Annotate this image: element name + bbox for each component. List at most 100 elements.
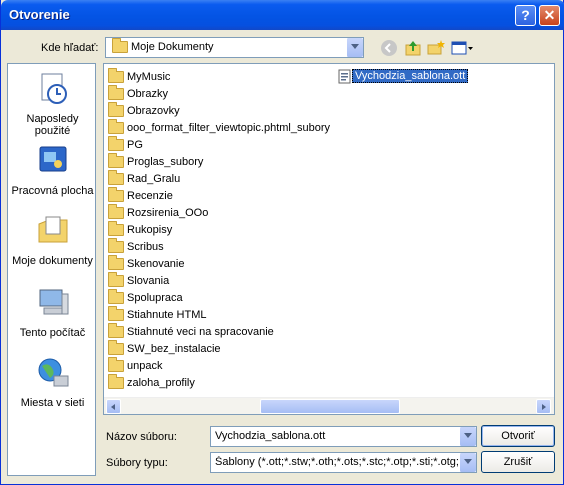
views-menu-icon[interactable]: [450, 38, 474, 58]
folder-item-label: Proglas_subory: [127, 156, 204, 168]
lookin-value: Moje Dokumenty: [131, 41, 214, 53]
folder-icon: [108, 289, 124, 305]
folder-item-label: Slovania: [127, 275, 170, 287]
filename-input[interactable]: Vychodzia_sablona.ott: [210, 426, 477, 447]
folder-icon: [108, 153, 124, 169]
place-recent[interactable]: Naposledy použité: [8, 72, 97, 137]
folder-item[interactable]: Slovania: [108, 272, 170, 289]
folder-icon: [108, 221, 124, 237]
place-network[interactable]: Miesta v sieti: [8, 356, 97, 409]
folder-item[interactable]: unpack: [108, 357, 163, 374]
folder-icon: [108, 357, 124, 373]
place-desktop[interactable]: Pracovná plocha: [8, 144, 97, 197]
open-dialog: Otvorenie ? ✕ Kde hľadať: Moje Dokumenty…: [0, 0, 564, 485]
folder-item-label: ooo_format_filter_viewtopic.phtml_subory: [127, 122, 330, 134]
place-desktop-label: Pracovná plocha: [11, 185, 94, 197]
folder-item[interactable]: Stiahnuté veci na spracovanie: [108, 323, 274, 340]
folder-item[interactable]: Proglas_subory: [108, 153, 204, 170]
folder-icon: [112, 38, 128, 54]
place-computer-label: Tento počítač: [19, 327, 86, 339]
title-bar[interactable]: Otvorenie ? ✕: [1, 0, 564, 30]
filetype-label: Súbory typu:: [106, 457, 168, 469]
folder-item-label: MyMusic: [127, 71, 171, 83]
chevron-down-icon[interactable]: [459, 453, 476, 472]
folder-icon: [108, 306, 124, 322]
folder-icon: [108, 119, 124, 135]
file-item-label: Vychodzia_sablona.ott: [352, 69, 469, 83]
close-button[interactable]: ✕: [539, 5, 560, 26]
folder-item[interactable]: Rad_Gralu: [108, 170, 181, 187]
new-folder-icon[interactable]: [426, 38, 446, 58]
folder-icon: [108, 340, 124, 356]
folder-icon: [108, 238, 124, 254]
folder-item[interactable]: MyMusic: [108, 68, 171, 85]
folder-item[interactable]: Recenzie: [108, 187, 173, 204]
chevron-down-icon[interactable]: [346, 38, 363, 57]
my-documents-icon: [38, 216, 67, 243]
place-mydocs[interactable]: Moje dokumenty: [8, 214, 97, 267]
folder-item-label: unpack: [127, 360, 163, 372]
folder-item-label: Rad_Gralu: [127, 173, 181, 185]
folder-icon: [108, 85, 124, 101]
place-recent-label: Naposledy použité: [26, 113, 79, 137]
back-icon[interactable]: [379, 38, 399, 58]
folder-item-label: Scribus: [127, 241, 164, 253]
horizontal-scrollbar[interactable]: [104, 397, 554, 414]
cancel-button[interactable]: Zrušiť: [481, 451, 555, 473]
my-computer-icon: [39, 289, 68, 315]
folder-item[interactable]: PG: [108, 136, 143, 153]
help-button[interactable]: ?: [515, 5, 536, 26]
filetype-select[interactable]: Šablony (*.ott;*.stw;*.oth;*.ots;*.stc;*…: [210, 452, 477, 473]
folder-icon: [108, 204, 124, 220]
filename-label: Názov súboru:: [106, 431, 177, 443]
folder-item-label: Obrazky: [127, 88, 168, 100]
folder-icon: [108, 170, 124, 186]
place-mydocs-label: Moje dokumenty: [12, 255, 93, 267]
folder-item[interactable]: Skenovanie: [108, 255, 185, 272]
places-bar: Naposledy použité Pracovná plocha Moje d…: [7, 63, 96, 476]
folder-item[interactable]: Rukopisy: [108, 221, 173, 238]
folder-item-label: Rozsirenia_OOo: [127, 207, 209, 219]
folder-icon: [108, 272, 124, 288]
lookin-combo[interactable]: Moje Dokumenty: [105, 37, 364, 58]
folder-icon: [108, 255, 124, 271]
folder-item[interactable]: Obrazovky: [108, 102, 180, 119]
place-network-label: Miesta v sieti: [20, 397, 85, 409]
lookin-label: Kde hľadať:: [41, 42, 99, 54]
folder-item-label: Spolupraca: [127, 292, 183, 304]
desktop-icon: [39, 146, 66, 172]
folder-item-label: Rukopisy: [127, 224, 173, 236]
window-title: Otvorenie: [9, 7, 70, 22]
folder-item-label: Obrazovky: [127, 105, 180, 117]
folder-item[interactable]: SW_bez_instalacie: [108, 340, 221, 357]
chevron-down-icon[interactable]: [459, 427, 476, 446]
filename-value: Vychodzia_sablona.ott: [215, 430, 326, 442]
folder-item-label: Stiahnute HTML: [127, 309, 207, 321]
folder-item-label: zaloha_profily: [127, 377, 195, 389]
folder-item-label: Stiahnuté veci na spracovanie: [127, 326, 274, 338]
folder-item-label: PG: [127, 139, 143, 151]
scroll-thumb[interactable]: [260, 399, 400, 414]
file-list[interactable]: MyMusic Obrazky Obrazovky ooo_format_filter…: [103, 63, 555, 415]
open-button[interactable]: Otvoriť: [481, 425, 555, 447]
folder-item[interactable]: zaloha_profily: [108, 374, 195, 391]
recent-documents-icon: [41, 73, 67, 104]
folder-icon: [108, 323, 124, 339]
folder-item[interactable]: Stiahnute HTML: [108, 306, 207, 323]
scroll-left-button[interactable]: [106, 399, 121, 414]
up-folder-icon[interactable]: [403, 38, 423, 58]
folder-item[interactable]: Spolupraca: [108, 289, 183, 306]
place-computer[interactable]: Tento počítač: [8, 286, 97, 339]
folder-icon: [108, 68, 124, 84]
template-file-icon: [338, 69, 351, 84]
folder-item[interactable]: Scribus: [108, 238, 164, 255]
folder-item[interactable]: Rozsirenia_OOo: [108, 204, 209, 221]
scroll-right-button[interactable]: [536, 399, 551, 414]
folder-item[interactable]: Obrazky: [108, 85, 168, 102]
folder-icon: [108, 374, 124, 390]
folder-item-label: Recenzie: [127, 190, 173, 202]
filetype-value: Šablony (*.ott;*.stw;*.oth;*.ots;*.stc;*…: [215, 456, 458, 468]
folder-icon: [108, 102, 124, 118]
file-item-selected[interactable]: Vychodzia_sablona.ott: [338, 68, 469, 84]
folder-item[interactable]: ooo_format_filter_viewtopic.phtml_subory: [108, 119, 330, 136]
